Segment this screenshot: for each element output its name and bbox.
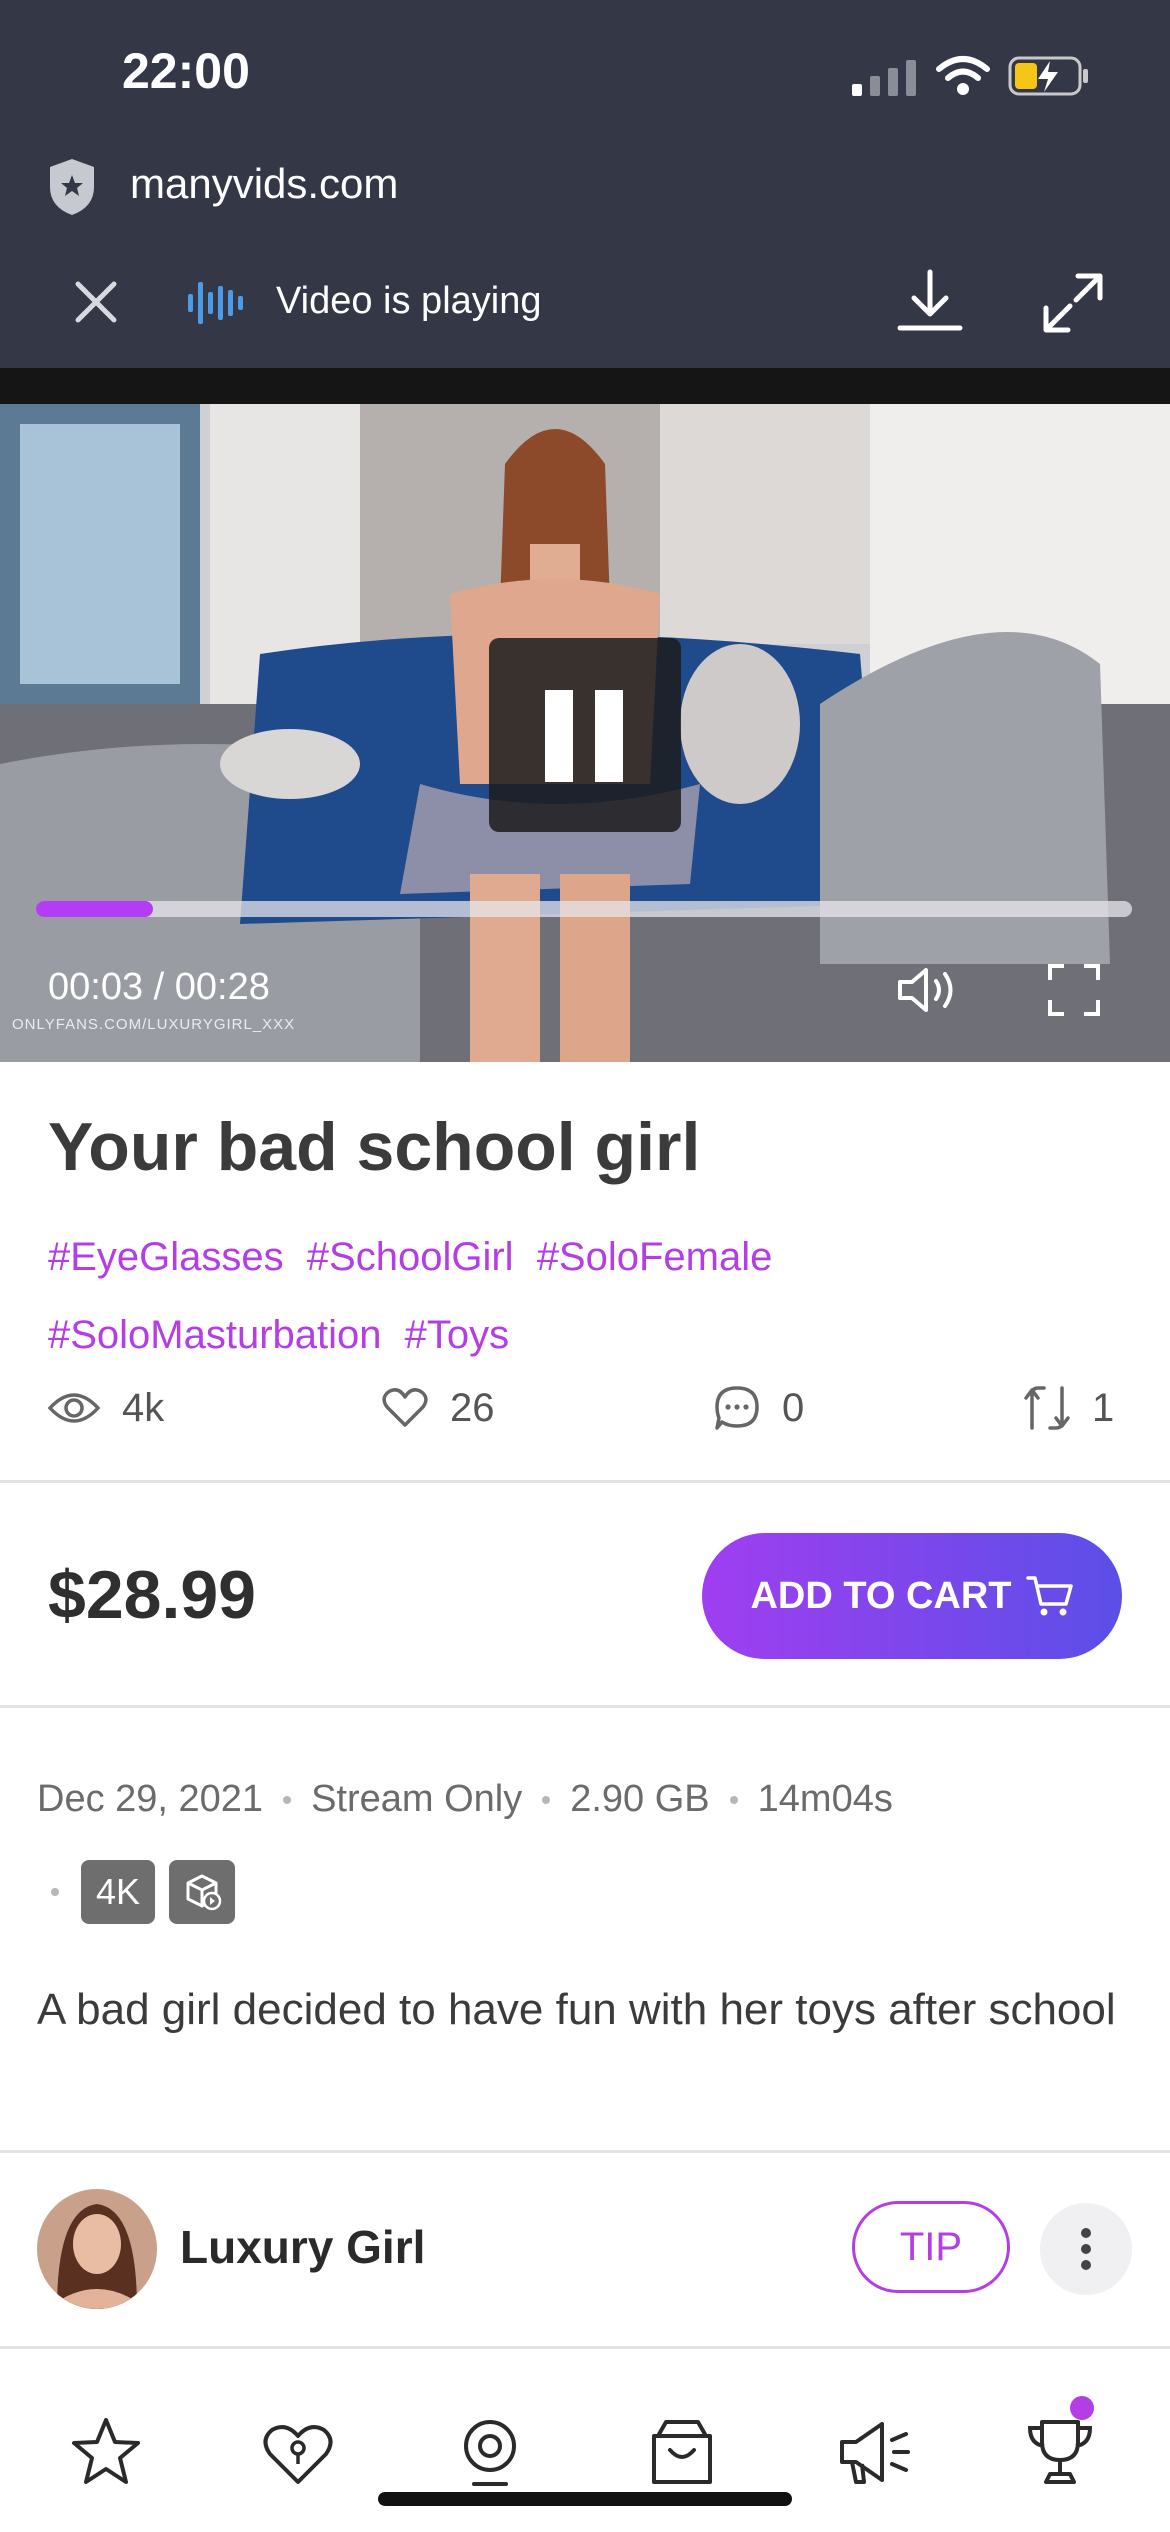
megaphone-icon[interactable] bbox=[836, 2414, 912, 2490]
stream-type: Stream Only bbox=[311, 1778, 523, 1820]
section-divider bbox=[0, 1480, 1170, 1483]
fullscreen-icon[interactable] bbox=[1048, 964, 1100, 1016]
creator-avatar[interactable] bbox=[37, 2189, 157, 2309]
close-icon[interactable] bbox=[74, 280, 118, 324]
likes-stat[interactable]: 26 bbox=[382, 1380, 495, 1436]
heart-icon[interactable] bbox=[382, 1387, 428, 1429]
battery-charging-icon bbox=[1008, 56, 1088, 96]
volume-icon[interactable] bbox=[896, 964, 962, 1016]
shield-icon bbox=[50, 159, 94, 215]
separator-dot bbox=[283, 1795, 292, 1804]
home-indicator bbox=[378, 2492, 792, 2506]
separator-dot bbox=[51, 1888, 59, 1896]
trophy-icon[interactable] bbox=[1022, 2414, 1098, 2490]
add-to-cart-label: ADD TO CART bbox=[750, 1574, 1012, 1617]
tag-link[interactable]: #Toys bbox=[405, 1313, 510, 1357]
reposts-count: 1 bbox=[1092, 1385, 1115, 1430]
video-badges: 4K bbox=[51, 1860, 235, 1924]
add-to-cart-button[interactable]: ADD TO CART bbox=[702, 1533, 1122, 1659]
audio-wave-icon bbox=[188, 282, 243, 324]
tag-list: #EyeGlasses #SchoolGirl #SoloFemale #Sol… bbox=[48, 1218, 1128, 1374]
price: $28.99 bbox=[48, 1557, 256, 1633]
shopping-bag-icon[interactable] bbox=[644, 2414, 720, 2490]
likes-count: 26 bbox=[450, 1385, 495, 1430]
pause-button[interactable] bbox=[489, 638, 681, 832]
separator-dot bbox=[729, 1795, 738, 1804]
video-player[interactable]: 00:03 / 00:28 ONLYFANS.COM/LUXURYGIRL_XX… bbox=[0, 404, 1170, 1062]
download-icon[interactable] bbox=[896, 268, 964, 334]
comment-icon[interactable] bbox=[714, 1385, 760, 1431]
now-playing-bar bbox=[0, 250, 1170, 368]
reposts-stat[interactable]: 1 bbox=[1024, 1380, 1114, 1436]
more-options-button[interactable] bbox=[1040, 2203, 1132, 2295]
section-divider bbox=[0, 2150, 1170, 2153]
video-title: Your bad school girl bbox=[48, 1109, 701, 1185]
wifi-icon bbox=[936, 56, 990, 95]
url-text[interactable]: manyvids.com bbox=[130, 160, 398, 208]
tag-link[interactable]: #SchoolGirl bbox=[307, 1235, 514, 1279]
video-watermark: ONLYFANS.COM/LUXURYGIRL_XXX bbox=[12, 1016, 296, 1033]
repost-icon[interactable] bbox=[1024, 1384, 1070, 1432]
tag-link[interactable]: #SoloFemale bbox=[537, 1235, 773, 1279]
video-playing-label: Video is playing bbox=[276, 280, 542, 322]
notification-dot bbox=[1070, 2396, 1094, 2420]
expand-icon[interactable] bbox=[1042, 272, 1104, 334]
tip-label: TIP bbox=[899, 2224, 963, 2269]
video-progress-bar[interactable] bbox=[36, 901, 1132, 917]
star-icon[interactable] bbox=[68, 2414, 144, 2490]
tip-button[interactable]: TIP bbox=[852, 2201, 1010, 2293]
cellular-signal-icon bbox=[852, 60, 916, 96]
cart-icon bbox=[1025, 1576, 1073, 1616]
separator-dot bbox=[542, 1795, 551, 1804]
comments-stat[interactable]: 0 bbox=[714, 1380, 804, 1436]
upload-date: Dec 29, 2021 bbox=[37, 1778, 264, 1820]
video-time: 00:03 / 00:28 bbox=[48, 966, 270, 1008]
video-meta: Dec 29, 2021 Stream Only 2.90 GB 14m04s bbox=[37, 1778, 893, 1821]
video-length: 14m04s bbox=[757, 1778, 893, 1820]
eye-icon bbox=[48, 1393, 100, 1423]
bottom-nav bbox=[0, 2372, 1170, 2532]
box-play-icon bbox=[169, 1860, 235, 1924]
video-description: A bad girl decided to have fun with her … bbox=[37, 1985, 1116, 2034]
tag-link[interactable]: #EyeGlasses bbox=[48, 1235, 284, 1279]
quality-badge: 4K bbox=[81, 1860, 155, 1924]
section-divider bbox=[0, 1705, 1170, 1708]
heart-lock-icon[interactable] bbox=[260, 2414, 336, 2490]
file-size: 2.90 GB bbox=[570, 1778, 710, 1820]
comments-count: 0 bbox=[782, 1385, 805, 1430]
webcam-icon[interactable] bbox=[452, 2414, 528, 2490]
views-stat: 4k bbox=[48, 1380, 164, 1436]
views-count: 4k bbox=[122, 1385, 165, 1430]
pause-icon bbox=[545, 690, 573, 782]
more-vertical-icon bbox=[1081, 2228, 1091, 2270]
video-progress-fill bbox=[36, 901, 154, 917]
tag-link[interactable]: #SoloMasturbation bbox=[48, 1313, 382, 1357]
creator-name[interactable]: Luxury Girl bbox=[180, 2220, 425, 2274]
pause-icon-bar bbox=[595, 690, 623, 782]
section-divider bbox=[0, 2346, 1170, 2349]
status-time: 22:00 bbox=[122, 43, 250, 99]
video-top-strip bbox=[0, 368, 1170, 404]
